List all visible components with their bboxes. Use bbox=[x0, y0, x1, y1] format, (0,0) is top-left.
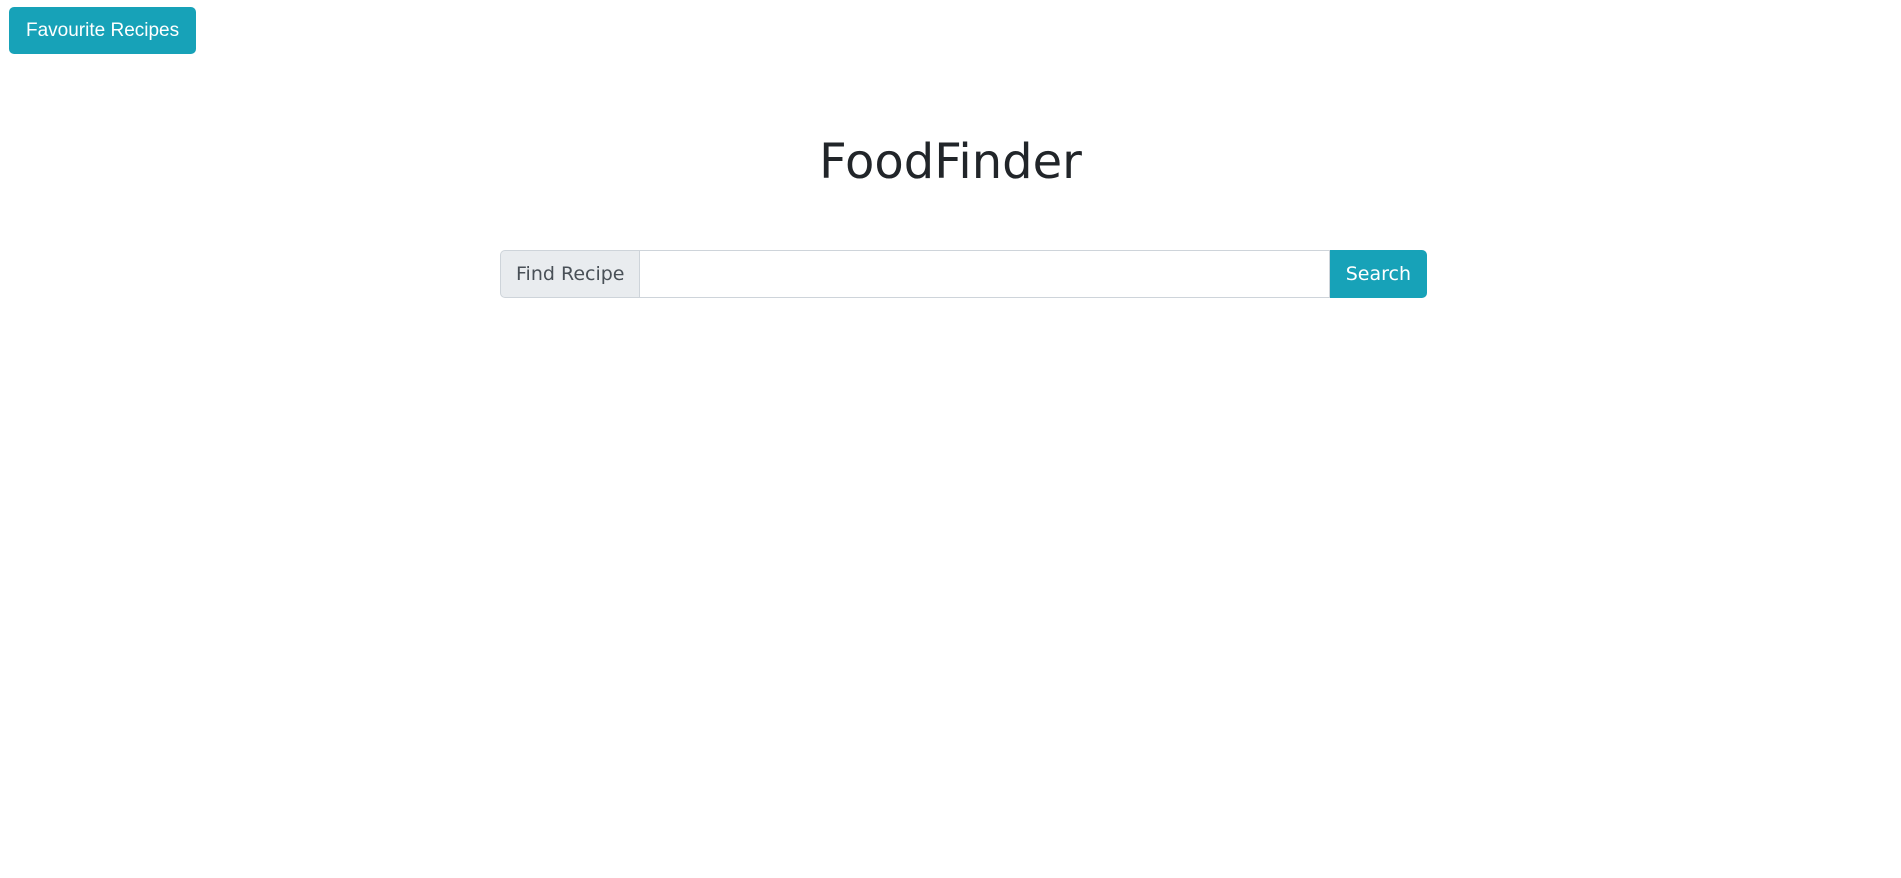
search-button[interactable]: Search bbox=[1329, 250, 1427, 298]
search-input[interactable] bbox=[639, 250, 1330, 298]
page: Favourite Recipes FoodFinder Find Recipe… bbox=[0, 0, 1901, 878]
find-recipe-label: Find Recipe bbox=[500, 250, 640, 298]
search-bar: Find Recipe Search bbox=[500, 250, 1427, 298]
favourite-recipes-button[interactable]: Favourite Recipes bbox=[9, 7, 197, 54]
page-title: FoodFinder bbox=[819, 134, 1082, 190]
